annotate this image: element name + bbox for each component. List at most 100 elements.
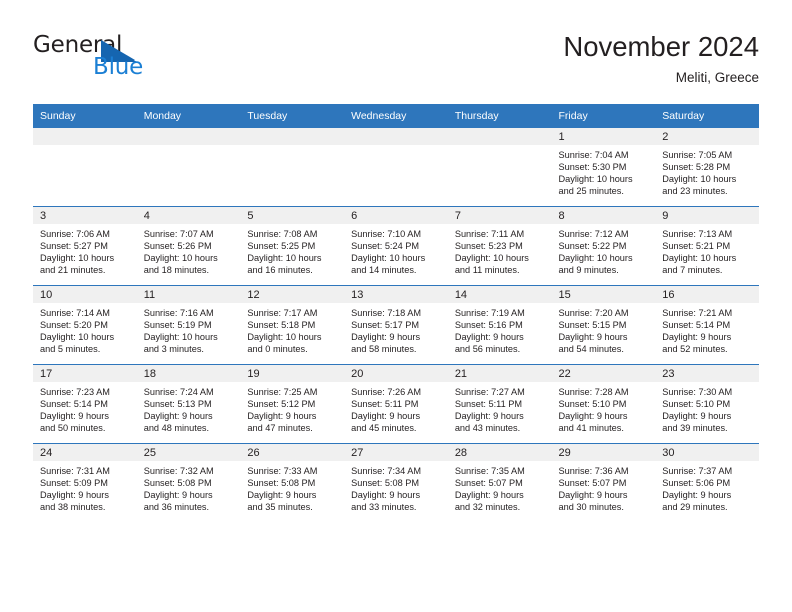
- day-details: Sunrise: 7:32 AM Sunset: 5:08 PM Dayligh…: [137, 461, 241, 513]
- calendar-header-row: Sunday Monday Tuesday Wednesday Thursday…: [33, 104, 759, 128]
- sunrise-text: Sunrise: 7:07 AM: [143, 229, 214, 239]
- sunrise-text: Sunrise: 7:16 AM: [143, 308, 214, 318]
- sunrise-text: Sunrise: 7:14 AM: [40, 308, 110, 318]
- day-number: 19: [240, 365, 345, 382]
- day-number: 25: [136, 444, 241, 461]
- calendar-week-row: 3 Sunrise: 7:06 AM Sunset: 5:27 PM Dayli…: [33, 206, 759, 286]
- sunset-text: Sunset: 5:21 PM: [662, 241, 731, 252]
- day-cell[interactable]: 24 Sunrise: 7:31 AM Sunset: 5:09 PM Dayl…: [33, 443, 137, 522]
- day-details: Sunrise: 7:31 AM Sunset: 5:09 PM Dayligh…: [33, 461, 137, 513]
- day-cell[interactable]: [344, 128, 448, 207]
- daylight-text-line1: Daylight: 10 hours: [558, 253, 633, 264]
- day-cell[interactable]: 15 Sunrise: 7:20 AM Sunset: 5:15 PM Dayl…: [551, 285, 656, 365]
- sunset-text: Sunset: 5:18 PM: [247, 320, 316, 331]
- day-cell[interactable]: 8 Sunrise: 7:12 AM Sunset: 5:22 PM Dayli…: [551, 206, 656, 286]
- day-cell[interactable]: 19 Sunrise: 7:25 AM Sunset: 5:12 PM Dayl…: [240, 364, 345, 444]
- day-cell[interactable]: [136, 128, 241, 207]
- day-cell[interactable]: 14 Sunrise: 7:19 AM Sunset: 5:16 PM Dayl…: [447, 285, 552, 365]
- weekday-header-tuesday: Tuesday: [240, 104, 345, 128]
- day-cell[interactable]: 13 Sunrise: 7:18 AM Sunset: 5:17 PM Dayl…: [344, 285, 448, 365]
- daylight-text-line2: and 41 minutes.: [558, 423, 624, 434]
- sunset-text: Sunset: 5:11 PM: [454, 399, 523, 410]
- day-cell[interactable]: 7 Sunrise: 7:11 AM Sunset: 5:23 PM Dayli…: [447, 206, 552, 286]
- day-cell[interactable]: 6 Sunrise: 7:10 AM Sunset: 5:24 PM Dayli…: [344, 206, 448, 286]
- day-cell[interactable]: 3 Sunrise: 7:06 AM Sunset: 5:27 PM Dayli…: [33, 206, 137, 286]
- day-number: 24: [33, 444, 137, 461]
- sunrise-text: Sunrise: 7:35 AM: [454, 466, 525, 476]
- day-details: [448, 145, 552, 149]
- title-block: November 2024 Meliti, Greece: [563, 30, 759, 88]
- day-number: 21: [447, 365, 552, 382]
- weekday-header-friday: Friday: [551, 104, 656, 128]
- page-title: November 2024: [563, 31, 759, 62]
- day-number: 29: [551, 444, 656, 461]
- sunrise-text: Sunrise: 7:17 AM: [247, 308, 318, 318]
- day-details: Sunrise: 7:18 AM Sunset: 5:17 PM Dayligh…: [344, 303, 448, 355]
- day-cell[interactable]: 11 Sunrise: 7:16 AM Sunset: 5:19 PM Dayl…: [136, 285, 241, 365]
- daylight-text-line1: Daylight: 10 hours: [40, 253, 115, 264]
- day-number: 1: [551, 128, 656, 145]
- day-number: 8: [551, 207, 656, 224]
- day-cell[interactable]: [447, 128, 552, 207]
- day-cell[interactable]: 10 Sunrise: 7:14 AM Sunset: 5:20 PM Dayl…: [33, 285, 137, 365]
- daylight-text-line1: Daylight: 9 hours: [351, 411, 421, 422]
- calendar-week-row: 24 Sunrise: 7:31 AM Sunset: 5:09 PM Dayl…: [33, 443, 759, 522]
- sunset-text: Sunset: 5:07 PM: [558, 478, 627, 489]
- day-cell[interactable]: 20 Sunrise: 7:26 AM Sunset: 5:11 PM Dayl…: [344, 364, 448, 444]
- day-cell[interactable]: 16 Sunrise: 7:21 AM Sunset: 5:14 PM Dayl…: [655, 285, 759, 365]
- day-cell[interactable]: 23 Sunrise: 7:30 AM Sunset: 5:10 PM Dayl…: [655, 364, 759, 444]
- day-details: Sunrise: 7:13 AM Sunset: 5:21 PM Dayligh…: [655, 224, 759, 276]
- day-cell[interactable]: 27 Sunrise: 7:34 AM Sunset: 5:08 PM Dayl…: [344, 443, 448, 522]
- day-cell[interactable]: 17 Sunrise: 7:23 AM Sunset: 5:14 PM Dayl…: [33, 364, 137, 444]
- calendar-week-row: 17 Sunrise: 7:23 AM Sunset: 5:14 PM Dayl…: [33, 364, 759, 444]
- day-details: Sunrise: 7:26 AM Sunset: 5:11 PM Dayligh…: [344, 382, 448, 434]
- day-cell[interactable]: 22 Sunrise: 7:28 AM Sunset: 5:10 PM Dayl…: [551, 364, 656, 444]
- day-cell[interactable]: 28 Sunrise: 7:35 AM Sunset: 5:07 PM Dayl…: [447, 443, 552, 522]
- day-cell[interactable]: [33, 128, 137, 207]
- daylight-text-line2: and 0 minutes.: [247, 344, 308, 355]
- daylight-text-line1: Daylight: 9 hours: [40, 411, 109, 422]
- sunrise-text: Sunrise: 7:32 AM: [143, 466, 214, 476]
- daylight-text-line1: Daylight: 10 hours: [143, 332, 218, 343]
- daylight-text-line1: Daylight: 9 hours: [454, 411, 524, 422]
- day-cell[interactable]: 25 Sunrise: 7:32 AM Sunset: 5:08 PM Dayl…: [136, 443, 241, 522]
- daylight-text-line2: and 52 minutes.: [662, 344, 728, 355]
- weekday-header-sunday: Sunday: [33, 104, 137, 128]
- day-cell[interactable]: 26 Sunrise: 7:33 AM Sunset: 5:08 PM Dayl…: [240, 443, 345, 522]
- day-cell[interactable]: 9 Sunrise: 7:13 AM Sunset: 5:21 PM Dayli…: [655, 206, 759, 286]
- day-cell[interactable]: 1 Sunrise: 7:04 AM Sunset: 5:30 PM Dayli…: [551, 128, 656, 207]
- daylight-text-line1: Daylight: 9 hours: [454, 332, 524, 343]
- day-cell[interactable]: 18 Sunrise: 7:24 AM Sunset: 5:13 PM Dayl…: [136, 364, 241, 444]
- daylight-text-line2: and 25 minutes.: [558, 186, 624, 197]
- day-details: Sunrise: 7:27 AM Sunset: 5:11 PM Dayligh…: [448, 382, 552, 434]
- day-cell[interactable]: [240, 128, 345, 207]
- sunset-text: Sunset: 5:06 PM: [662, 478, 731, 489]
- calendar-body: 1 Sunrise: 7:04 AM Sunset: 5:30 PM Dayli…: [33, 128, 759, 522]
- day-cell[interactable]: 29 Sunrise: 7:36 AM Sunset: 5:07 PM Dayl…: [551, 443, 656, 522]
- day-cell[interactable]: 12 Sunrise: 7:17 AM Sunset: 5:18 PM Dayl…: [240, 285, 345, 365]
- day-cell[interactable]: 30 Sunrise: 7:37 AM Sunset: 5:06 PM Dayl…: [655, 443, 759, 522]
- day-cell[interactable]: 5 Sunrise: 7:08 AM Sunset: 5:25 PM Dayli…: [240, 206, 345, 286]
- daylight-text-line1: Daylight: 10 hours: [40, 332, 115, 343]
- day-cell[interactable]: 2 Sunrise: 7:05 AM Sunset: 5:28 PM Dayli…: [655, 128, 759, 207]
- day-number: [240, 128, 345, 145]
- day-number: 10: [33, 286, 137, 303]
- day-cell[interactable]: 21 Sunrise: 7:27 AM Sunset: 5:11 PM Dayl…: [447, 364, 552, 444]
- day-cell[interactable]: 4 Sunrise: 7:07 AM Sunset: 5:26 PM Dayli…: [136, 206, 241, 286]
- sunset-text: Sunset: 5:07 PM: [454, 478, 523, 489]
- daylight-text-line2: and 29 minutes.: [662, 502, 728, 513]
- sunset-text: Sunset: 5:08 PM: [351, 478, 420, 489]
- day-number: 15: [551, 286, 656, 303]
- day-details: Sunrise: 7:34 AM Sunset: 5:08 PM Dayligh…: [344, 461, 448, 513]
- sunset-text: Sunset: 5:26 PM: [143, 241, 212, 252]
- sunset-text: Sunset: 5:14 PM: [40, 399, 108, 410]
- daylight-text-line1: Daylight: 9 hours: [454, 490, 524, 501]
- day-details: Sunrise: 7:20 AM Sunset: 5:15 PM Dayligh…: [552, 303, 656, 355]
- day-details: Sunrise: 7:14 AM Sunset: 5:20 PM Dayligh…: [33, 303, 137, 355]
- general-blue-logo[interactable]: General Blue: [33, 32, 253, 92]
- sunrise-text: Sunrise: 7:27 AM: [454, 387, 525, 397]
- sunset-text: Sunset: 5:20 PM: [40, 320, 108, 331]
- daylight-text-line2: and 38 minutes.: [40, 502, 106, 513]
- day-number: 30: [655, 444, 759, 461]
- daylight-text-line2: and 7 minutes.: [662, 265, 723, 276]
